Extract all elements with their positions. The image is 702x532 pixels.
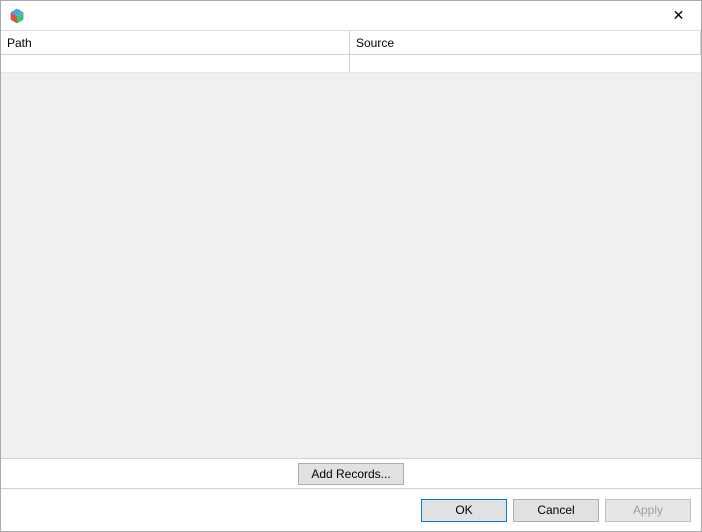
column-header-label: Source (356, 36, 394, 50)
column-header-path[interactable]: Path (1, 31, 350, 54)
action-bar: Add Records... (1, 459, 701, 489)
dialog-window: ✕ Path Source Add Records... OK Cancel A… (0, 0, 702, 532)
table-body[interactable] (1, 55, 701, 459)
table-cell (350, 55, 701, 72)
close-button[interactable]: ✕ (656, 1, 701, 30)
apply-button[interactable]: Apply (605, 499, 691, 522)
close-icon: ✕ (673, 7, 685, 24)
table-cell (1, 55, 350, 72)
ok-button[interactable]: OK (421, 499, 507, 522)
column-header-source[interactable]: Source (350, 31, 701, 54)
dialog-footer: OK Cancel Apply (1, 489, 701, 531)
table-row[interactable] (1, 55, 701, 73)
cancel-button[interactable]: Cancel (513, 499, 599, 522)
titlebar: ✕ (1, 1, 701, 31)
app-icon (9, 8, 25, 24)
add-records-button[interactable]: Add Records... (298, 463, 403, 485)
column-header-label: Path (7, 36, 32, 50)
table-header: Path Source (1, 31, 701, 55)
